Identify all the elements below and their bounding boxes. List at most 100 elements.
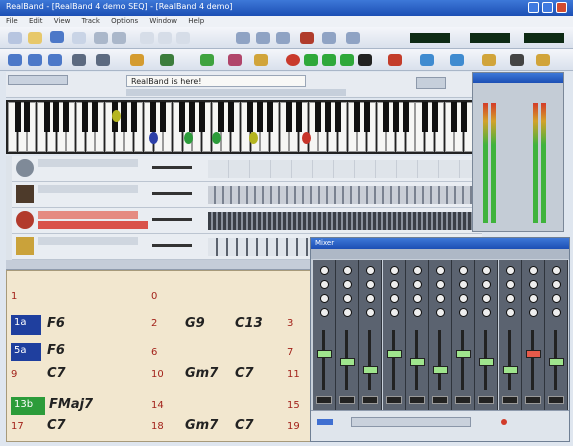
tool-icon[interactable] bbox=[200, 54, 214, 66]
knob-icon[interactable] bbox=[389, 308, 399, 317]
track-icon[interactable] bbox=[48, 54, 62, 66]
knob-icon[interactable] bbox=[482, 280, 492, 289]
knob-icon[interactable] bbox=[528, 266, 538, 275]
tool-icon[interactable] bbox=[388, 54, 402, 66]
knob-icon[interactable] bbox=[482, 294, 492, 303]
stop-icon[interactable] bbox=[358, 54, 372, 66]
black-key[interactable] bbox=[295, 102, 302, 132]
volume-slider[interactable] bbox=[152, 192, 192, 195]
print-icon[interactable] bbox=[72, 32, 86, 44]
knob-icon[interactable] bbox=[552, 294, 561, 303]
fader-handle[interactable] bbox=[525, 350, 541, 358]
mute-button[interactable] bbox=[362, 396, 379, 404]
forward-icon[interactable] bbox=[340, 54, 354, 66]
knob-icon[interactable] bbox=[505, 294, 515, 303]
knob-icon[interactable] bbox=[552, 280, 561, 289]
fader-handle[interactable] bbox=[409, 358, 425, 366]
menu-view[interactable]: View bbox=[54, 17, 71, 25]
black-key[interactable] bbox=[315, 102, 322, 132]
menu-file[interactable]: File bbox=[6, 17, 18, 25]
knob-icon[interactable] bbox=[343, 266, 353, 275]
black-key[interactable] bbox=[266, 102, 273, 132]
mixer-channel-strip[interactable] bbox=[313, 260, 336, 410]
menu-options[interactable]: Options bbox=[111, 17, 138, 25]
knob-icon[interactable] bbox=[389, 280, 399, 289]
menu-edit[interactable]: Edit bbox=[29, 17, 43, 25]
black-key[interactable] bbox=[198, 102, 205, 132]
black-key[interactable] bbox=[451, 102, 457, 132]
tool-icon[interactable] bbox=[450, 54, 464, 66]
tool-icon[interactable] bbox=[236, 32, 250, 44]
tool-icon[interactable] bbox=[160, 54, 174, 66]
part-buttons[interactable] bbox=[8, 75, 68, 85]
mixer-channel-strip[interactable] bbox=[521, 260, 545, 410]
knob-icon[interactable] bbox=[412, 266, 422, 275]
piano-keyboard[interactable] bbox=[6, 100, 476, 154]
mixer-channel-strip[interactable] bbox=[429, 260, 452, 410]
knob-icon[interactable] bbox=[552, 308, 561, 317]
minimize-button[interactable] bbox=[528, 2, 539, 13]
save-icon[interactable] bbox=[50, 31, 64, 43]
open-icon[interactable] bbox=[28, 32, 42, 44]
track-lane[interactable] bbox=[208, 186, 476, 204]
track-row[interactable] bbox=[12, 208, 482, 234]
tool-icon[interactable] bbox=[322, 32, 336, 44]
cut-icon[interactable] bbox=[140, 32, 154, 44]
knob-icon[interactable] bbox=[436, 294, 445, 303]
black-key[interactable] bbox=[324, 102, 331, 132]
knob-icon[interactable] bbox=[320, 280, 329, 289]
mute-button[interactable] bbox=[548, 396, 564, 404]
fader-handle[interactable] bbox=[317, 350, 332, 358]
tool-icon[interactable] bbox=[482, 54, 496, 66]
black-key[interactable] bbox=[53, 102, 60, 132]
knob-icon[interactable] bbox=[459, 308, 469, 317]
black-key[interactable] bbox=[431, 102, 438, 132]
tool-icon[interactable] bbox=[256, 32, 270, 44]
volume-slider[interactable] bbox=[152, 218, 192, 221]
black-key[interactable] bbox=[460, 102, 467, 132]
fader-handle[interactable] bbox=[433, 366, 448, 374]
knob-icon[interactable] bbox=[528, 280, 538, 289]
black-key[interactable] bbox=[363, 102, 370, 132]
knob-icon[interactable] bbox=[412, 280, 422, 289]
mixer-channel-strip[interactable] bbox=[498, 260, 522, 410]
black-key[interactable] bbox=[383, 102, 390, 132]
knob-icon[interactable] bbox=[528, 308, 538, 317]
black-key[interactable] bbox=[392, 102, 399, 132]
knob-icon[interactable] bbox=[459, 266, 469, 275]
mute-button[interactable] bbox=[524, 396, 541, 404]
black-key[interactable] bbox=[24, 102, 31, 132]
chord[interactable]: C7 bbox=[47, 366, 66, 381]
black-key[interactable] bbox=[92, 102, 99, 132]
mixer-button[interactable] bbox=[317, 419, 333, 425]
black-key[interactable] bbox=[218, 102, 225, 132]
knob-icon[interactable] bbox=[343, 294, 353, 303]
paste-icon[interactable] bbox=[176, 32, 190, 44]
track-icon[interactable] bbox=[8, 54, 22, 66]
black-key[interactable] bbox=[14, 102, 21, 132]
fader-handle[interactable] bbox=[363, 366, 379, 374]
knob-icon[interactable] bbox=[412, 308, 422, 317]
mute-button[interactable] bbox=[455, 396, 472, 404]
black-key[interactable] bbox=[63, 102, 69, 132]
mute-button[interactable] bbox=[385, 396, 402, 404]
black-key[interactable] bbox=[82, 102, 89, 132]
chord[interactable]: F6 bbox=[47, 316, 65, 331]
small-button[interactable] bbox=[416, 77, 446, 89]
black-key[interactable] bbox=[286, 102, 293, 132]
track-lane[interactable] bbox=[208, 160, 476, 178]
black-key[interactable] bbox=[121, 102, 128, 132]
mute-button[interactable] bbox=[316, 396, 332, 404]
menu-track[interactable]: Track bbox=[82, 17, 100, 25]
black-key[interactable] bbox=[179, 102, 186, 132]
mixer-channel-strip[interactable] bbox=[336, 260, 360, 410]
mute-button[interactable] bbox=[408, 396, 425, 404]
redo-icon[interactable] bbox=[112, 32, 126, 44]
menu-window[interactable]: Window bbox=[149, 17, 177, 25]
record-button-icon[interactable] bbox=[286, 54, 300, 66]
mixer-channel-strip[interactable] bbox=[545, 260, 568, 410]
knob-icon[interactable] bbox=[436, 280, 445, 289]
copy-icon[interactable] bbox=[158, 32, 172, 44]
chord[interactable]: Gm7 bbox=[185, 418, 218, 433]
knob-icon[interactable] bbox=[343, 308, 353, 317]
